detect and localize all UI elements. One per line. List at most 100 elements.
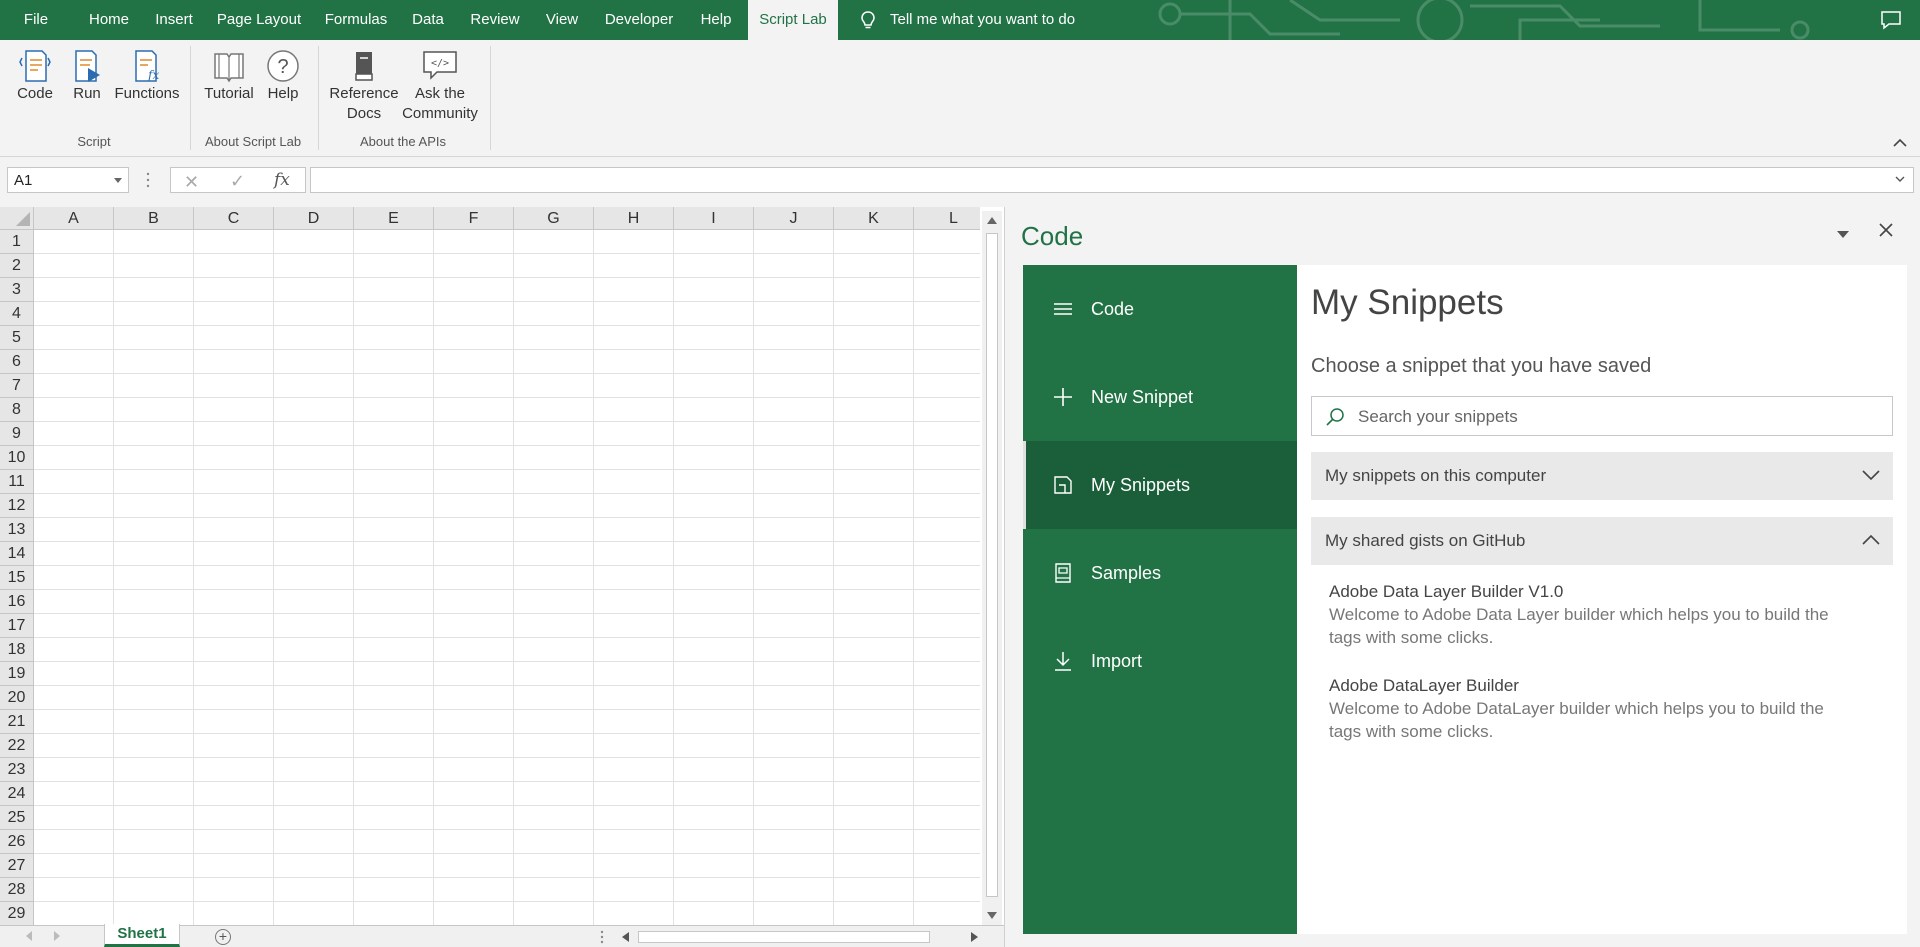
row-header[interactable]: 21 (0, 710, 34, 734)
sheet-tab-sheet1[interactable]: Sheet1 (104, 924, 180, 947)
accordion-local-snippets[interactable]: My snippets on this computer (1311, 452, 1893, 500)
scroll-thumb[interactable] (638, 931, 930, 943)
row-header[interactable]: 4 (0, 302, 34, 326)
column-header[interactable]: I (674, 207, 754, 230)
code-button[interactable]: Code (14, 48, 56, 104)
tab-formulas[interactable]: Formulas (320, 0, 392, 40)
column-header[interactable]: A (34, 207, 114, 230)
cell-area[interactable] (34, 230, 980, 925)
column-header[interactable]: J (754, 207, 834, 230)
row-header[interactable]: 10 (0, 446, 34, 470)
drag-handle-icon[interactable] (600, 930, 604, 944)
scroll-down-arrow-icon[interactable] (987, 912, 997, 919)
scroll-up-arrow-icon[interactable] (987, 217, 997, 224)
pane-options-icon[interactable] (1837, 231, 1849, 238)
row-header[interactable]: 23 (0, 758, 34, 782)
row-header[interactable]: 2 (0, 254, 34, 278)
tab-view[interactable]: View (538, 0, 586, 40)
row-header[interactable]: 27 (0, 854, 34, 878)
row-header[interactable]: 11 (0, 470, 34, 494)
row-header[interactable]: 25 (0, 806, 34, 830)
tab-insert[interactable]: Insert (150, 0, 198, 40)
select-all-corner[interactable] (0, 207, 34, 230)
ask-community-button[interactable]: </> Ask the Community (400, 48, 480, 124)
column-header[interactable]: B (114, 207, 194, 230)
row-header[interactable]: 1 (0, 230, 34, 254)
row-header[interactable]: 26 (0, 830, 34, 854)
row-header[interactable]: 13 (0, 518, 34, 542)
enter-check-icon[interactable]: ✓ (230, 171, 245, 192)
functions-button[interactable]: fx Functions (114, 48, 180, 104)
row-header[interactable]: 20 (0, 686, 34, 710)
formula-input[interactable] (310, 167, 1914, 193)
accordion-github-gists[interactable]: My shared gists on GitHub (1311, 517, 1893, 565)
tab-help[interactable]: Help (692, 0, 740, 40)
column-header[interactable]: K (834, 207, 914, 230)
help-button[interactable]: ? Help (262, 48, 304, 104)
column-header[interactable]: G (514, 207, 594, 230)
tab-home[interactable]: Home (82, 0, 136, 40)
row-header[interactable]: 18 (0, 638, 34, 662)
vertical-scrollbar[interactable] (982, 211, 1002, 925)
search-input[interactable] (1356, 397, 1880, 437)
row-header[interactable]: 12 (0, 494, 34, 518)
gist-item[interactable]: Adobe Data Layer Builder V1.0 Welcome to… (1329, 581, 1889, 649)
nav-item-samples[interactable]: Samples (1023, 529, 1297, 617)
tab-data[interactable]: Data (406, 0, 450, 40)
next-sheet-icon[interactable] (54, 931, 60, 941)
nav-item-import[interactable]: Import (1023, 617, 1297, 705)
snippet-search-box[interactable] (1311, 396, 1893, 437)
nav-item-my-snippets[interactable]: My Snippets (1023, 441, 1297, 529)
chevron-up-icon[interactable] (1861, 533, 1881, 547)
tab-page-layout[interactable]: Page Layout (212, 0, 306, 40)
row-header[interactable]: 9 (0, 422, 34, 446)
tab-script-lab[interactable]: Script Lab (748, 0, 838, 40)
horizontal-scrollbar[interactable] (616, 929, 982, 945)
collapse-ribbon-icon[interactable] (1892, 136, 1908, 148)
expand-formula-bar-icon[interactable] (1895, 174, 1905, 184)
drag-handle-icon[interactable] (146, 171, 150, 189)
column-header[interactable]: F (434, 207, 514, 230)
row-header[interactable]: 7 (0, 374, 34, 398)
scroll-thumb[interactable] (986, 233, 998, 897)
comments-icon[interactable] (1880, 10, 1902, 30)
row-header[interactable]: 6 (0, 350, 34, 374)
row-header[interactable]: 17 (0, 614, 34, 638)
column-header[interactable]: E (354, 207, 434, 230)
tab-review[interactable]: Review (464, 0, 526, 40)
row-header[interactable]: 5 (0, 326, 34, 350)
worksheet-grid[interactable]: A B C D E F G H I J K L 1 2 3 4 5 6 7 8 9 10 11 12 13 14 15 16 17 18 1… (0, 207, 980, 925)
row-header[interactable]: 3 (0, 278, 34, 302)
insert-function-icon[interactable]: fx (274, 170, 290, 190)
column-header[interactable]: L (914, 207, 980, 230)
chevron-down-icon[interactable] (1861, 468, 1881, 482)
column-header[interactable]: D (274, 207, 354, 230)
gist-item[interactable]: Adobe DataLayer Builder Welcome to Adobe… (1329, 675, 1889, 743)
row-header[interactable]: 15 (0, 566, 34, 590)
nav-item-new-snippet[interactable]: New Snippet (1023, 353, 1297, 441)
nav-item-code[interactable]: Code (1023, 265, 1297, 353)
tutorial-button[interactable]: Tutorial (200, 48, 258, 104)
tab-file[interactable]: File (12, 0, 60, 40)
row-header[interactable]: 14 (0, 542, 34, 566)
chevron-down-icon[interactable] (114, 178, 122, 183)
row-header[interactable]: 19 (0, 662, 34, 686)
close-icon[interactable] (1877, 221, 1895, 239)
row-header[interactable]: 8 (0, 398, 34, 422)
reference-docs-button[interactable]: Reference Docs (328, 48, 400, 124)
column-header[interactable]: H (594, 207, 674, 230)
add-sheet-icon[interactable]: + (215, 929, 231, 945)
row-header[interactable]: 16 (0, 590, 34, 614)
name-box[interactable]: A1 (7, 167, 129, 193)
row-header[interactable]: 22 (0, 734, 34, 758)
run-button[interactable]: Run (70, 48, 104, 104)
scroll-left-arrow-icon[interactable] (622, 932, 629, 942)
tab-developer[interactable]: Developer (600, 0, 678, 40)
scroll-right-arrow-icon[interactable] (971, 932, 978, 942)
row-header[interactable]: 24 (0, 782, 34, 806)
row-header[interactable]: 28 (0, 878, 34, 902)
column-header[interactable]: C (194, 207, 274, 230)
cancel-icon[interactable]: ✕ (184, 172, 199, 193)
prev-sheet-icon[interactable] (26, 931, 32, 941)
row-header[interactable]: 29 (0, 902, 34, 925)
